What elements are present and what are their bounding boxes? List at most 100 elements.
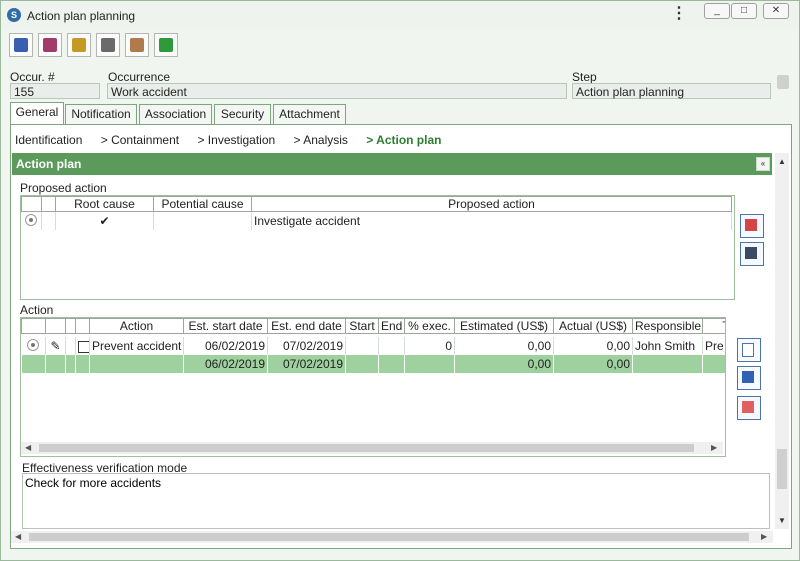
- refresh-icon: [159, 38, 173, 52]
- est-start-cell: 06/02/2019: [183, 337, 268, 355]
- col-select: [21, 318, 46, 334]
- col-est-start-date[interactable]: Est. start date: [183, 318, 268, 334]
- app-logo-icon: S: [7, 8, 21, 22]
- col-start[interactable]: Start: [345, 318, 379, 334]
- restore-button[interactable]: □: [731, 3, 757, 19]
- col-responsible[interactable]: Responsible: [632, 318, 703, 334]
- effectiveness-textarea[interactable]: Check for more accidents: [22, 473, 770, 529]
- scroll-left-icon[interactable]: ◀: [15, 531, 21, 543]
- hscroll-thumb[interactable]: [39, 444, 694, 452]
- tab-general[interactable]: General: [10, 102, 64, 125]
- panel-hscrollbar[interactable]: ◀ ▶: [11, 531, 773, 543]
- col-status: [45, 318, 66, 334]
- section-title: Action plan: [16, 157, 82, 171]
- delete-action-button[interactable]: [737, 396, 761, 420]
- new-action-button[interactable]: [737, 338, 761, 362]
- accept-proposed-button[interactable]: [740, 214, 764, 238]
- type-cell: Pre: [702, 337, 725, 355]
- responsible-cell: John Smith: [632, 337, 703, 355]
- col-blank: [65, 318, 76, 334]
- hscroll-thumb[interactable]: [29, 533, 749, 541]
- total-actual: 0,00: [553, 355, 633, 373]
- breadcrumb-analysis[interactable]: > Analysis: [294, 133, 348, 147]
- kebab-menu-icon[interactable]: ⋮: [671, 6, 687, 22]
- binoculars-icon: [745, 247, 757, 259]
- new-document-icon: [742, 343, 754, 357]
- row-radio[interactable]: [27, 338, 40, 351]
- tab-attachment[interactable]: Attachment: [273, 104, 346, 124]
- occur-number-field[interactable]: 155: [10, 83, 100, 99]
- window-title: Action plan planning: [27, 9, 136, 23]
- proposed-action-grid: Root cause Potential cause Proposed acti…: [20, 195, 735, 300]
- occurrence-field[interactable]: Work accident: [107, 83, 567, 99]
- total-est-start: 06/02/2019: [183, 355, 268, 373]
- scroll-up-icon[interactable]: ▲: [778, 157, 786, 166]
- col-check: [75, 318, 90, 334]
- view-proposed-button[interactable]: [740, 242, 764, 266]
- table-row[interactable]: ✎ Prevent accident 06/02/2019 07/02/2019…: [21, 337, 725, 355]
- edit-action-icon[interactable]: ✎: [45, 337, 66, 355]
- col-action[interactable]: Action: [89, 318, 184, 334]
- action-cell: Prevent accident: [89, 337, 184, 355]
- action-grid-hscrollbar[interactable]: ◀ ▶: [21, 442, 723, 454]
- occur-number-label: Occur. #: [10, 70, 55, 84]
- col-estimated[interactable]: Estimated (US$): [454, 318, 554, 334]
- tab-association[interactable]: Association: [139, 104, 212, 124]
- scroll-left-icon[interactable]: ◀: [25, 442, 31, 454]
- vertical-scrollbar[interactable]: ▲ ▼: [775, 153, 789, 529]
- col-proposed-action[interactable]: Proposed action: [251, 196, 732, 212]
- col-end[interactable]: End: [378, 318, 405, 334]
- total-estimated: 0,00: [454, 355, 554, 373]
- scroll-right-icon[interactable]: ▶: [761, 531, 767, 543]
- user-document-button[interactable]: [125, 33, 149, 57]
- scroll-thumb[interactable]: [777, 449, 787, 489]
- breadcrumb-containment[interactable]: > Containment: [101, 133, 179, 147]
- window: S Action plan planning ⋮ _ □ ✕ Occur. # …: [0, 0, 800, 561]
- collapse-icon[interactable]: «: [756, 157, 770, 171]
- breadcrumb-identification[interactable]: Identification: [15, 133, 82, 147]
- col-est-end-date[interactable]: Est. end date: [267, 318, 346, 334]
- table-row[interactable]: ✔ Investigate accident: [21, 211, 732, 230]
- action-grid: Action Est. start date Est. end date Sta…: [20, 317, 726, 457]
- proposed-action-cell: Investigate accident: [251, 211, 732, 230]
- step-field[interactable]: Action plan planning: [572, 83, 771, 99]
- floppy-x-icon: [43, 38, 57, 52]
- breadcrumb-action-plan[interactable]: > Action plan: [366, 133, 441, 147]
- gift-icon: [72, 38, 86, 52]
- minimize-button[interactable]: _: [704, 3, 730, 19]
- row-radio[interactable]: [25, 213, 38, 226]
- refresh-document-icon: [742, 371, 754, 383]
- tab-notification[interactable]: Notification: [65, 104, 137, 124]
- general-panel: Identification > Containment > Investiga…: [10, 124, 792, 549]
- total-est-end: 07/02/2019: [267, 355, 346, 373]
- refresh-button[interactable]: [154, 33, 178, 57]
- check-document-icon: [745, 219, 757, 231]
- proposed-action-label: Proposed action: [20, 181, 107, 195]
- search-document-button[interactable]: [96, 33, 120, 57]
- totals-row: 06/02/2019 07/02/2019 0,00 0,00: [21, 355, 725, 373]
- col-percent-exec[interactable]: % exec.: [404, 318, 455, 334]
- edit-action-button[interactable]: [737, 366, 761, 390]
- save-button[interactable]: [9, 33, 33, 57]
- title-bar: S Action plan planning ⋮ _ □ ✕: [1, 1, 799, 29]
- col-select: [21, 196, 42, 212]
- col-potential-cause[interactable]: Potential cause: [153, 196, 252, 212]
- gift-button[interactable]: [67, 33, 91, 57]
- scroll-down-icon[interactable]: ▼: [778, 516, 786, 525]
- breadcrumb-investigation[interactable]: > Investigation: [197, 133, 275, 147]
- save-and-exit-button[interactable]: [38, 33, 62, 57]
- action-plan-section-header[interactable]: Action plan «: [12, 153, 772, 175]
- col-root-cause[interactable]: Root cause: [55, 196, 154, 212]
- col-type[interactable]: Typ: [702, 318, 725, 334]
- row-checkbox[interactable]: [78, 340, 89, 353]
- col-blank: [41, 196, 56, 212]
- tab-security[interactable]: Security: [214, 104, 271, 124]
- step-label: Step: [572, 70, 597, 84]
- end-cell: [378, 337, 405, 355]
- close-button[interactable]: ✕: [763, 3, 789, 19]
- floppy-icon: [14, 38, 28, 52]
- col-actual[interactable]: Actual (US$): [553, 318, 633, 334]
- potential-cause-cell: [153, 211, 252, 230]
- scroll-right-icon[interactable]: ▶: [711, 442, 717, 454]
- step-lookup-icon[interactable]: [777, 75, 789, 89]
